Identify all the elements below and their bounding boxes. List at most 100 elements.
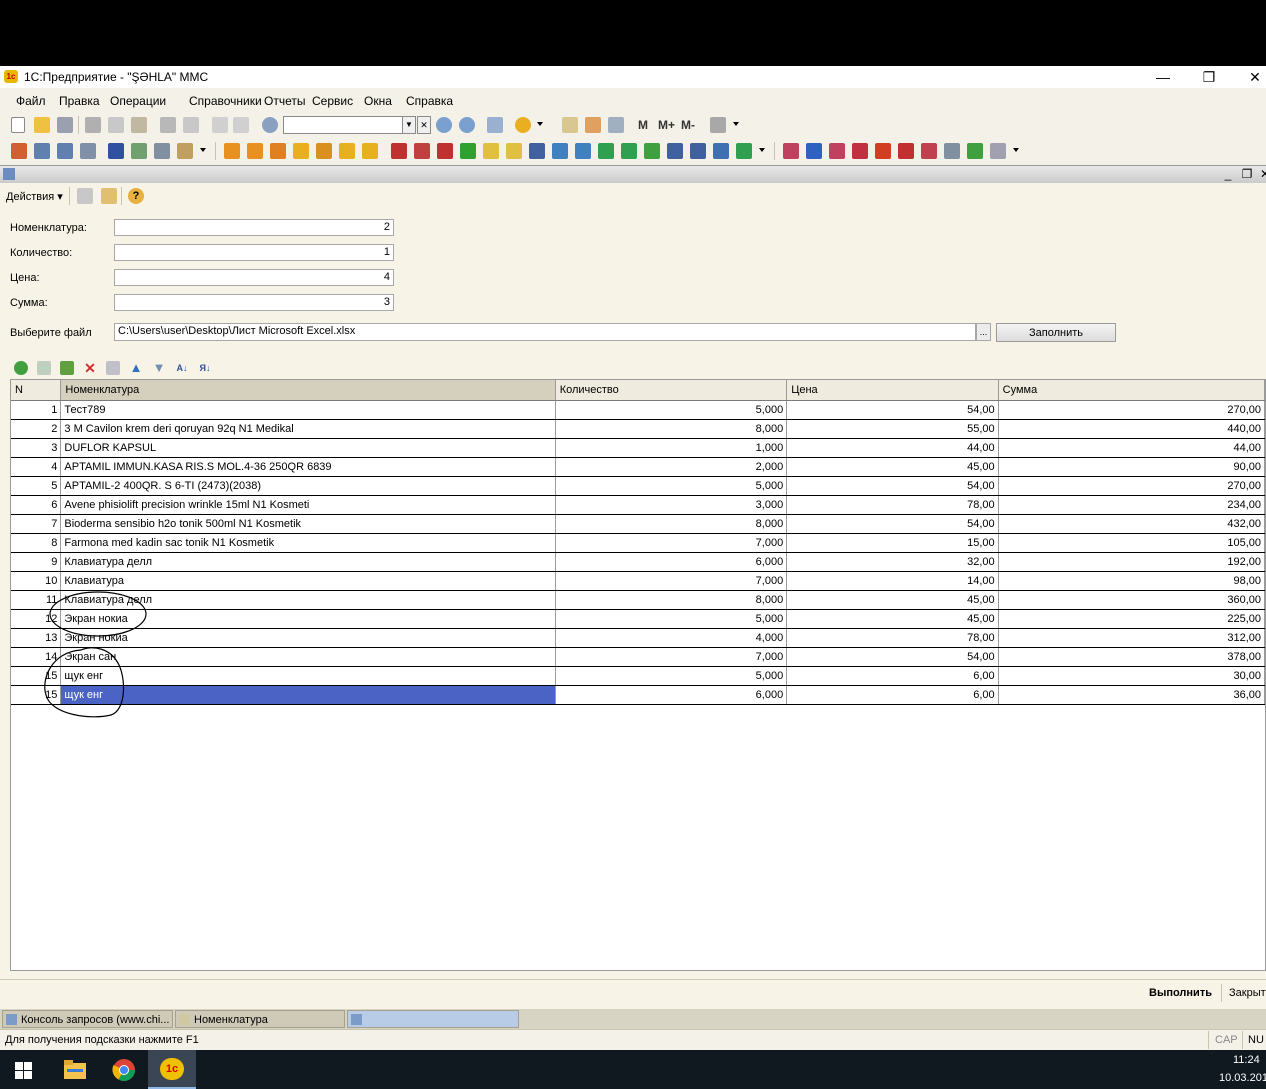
memory-button[interactable]: M [638, 118, 648, 132]
fill-button[interactable]: Заполнить [996, 323, 1116, 342]
calendar-icon[interactable] [585, 117, 601, 133]
move-down-icon[interactable]: ▼ [152, 361, 166, 375]
sort-descending-icon[interactable]: Я↓ [198, 361, 212, 375]
window-tab-nomenclature[interactable]: Номенклатура [175, 1010, 345, 1028]
profit-report-icon[interactable] [852, 143, 868, 159]
move-up-icon[interactable]: ▲ [129, 361, 143, 375]
execute-button[interactable]: Выполнить [1149, 987, 1212, 999]
balance-report-icon[interactable] [921, 143, 937, 159]
menu-help[interactable]: Справка [406, 94, 453, 108]
inventory-icon[interactable] [339, 143, 355, 159]
turnover-report-icon[interactable] [898, 143, 914, 159]
windows-start-icon[interactable] [15, 1062, 32, 1079]
menu-edit[interactable]: Правка [59, 94, 100, 108]
memory-minus-button[interactable]: M- [681, 118, 695, 132]
search-dropdown-button[interactable]: ▼ [402, 116, 416, 134]
sort-ascending-icon[interactable]: A↓ [175, 361, 189, 375]
calculator-icon[interactable] [562, 117, 578, 133]
more-dropdown-icon[interactable] [759, 148, 765, 152]
document-restore-button[interactable]: ❐ [1238, 167, 1256, 181]
file-explorer-icon[interactable] [64, 1060, 86, 1079]
browse-file-button[interactable]: ... [976, 323, 991, 341]
sum-column-field[interactable]: 3 [114, 294, 394, 311]
purchase-report-icon[interactable] [806, 143, 822, 159]
report-view-icon[interactable] [713, 143, 729, 159]
check-report-icon[interactable] [967, 143, 983, 159]
analysis-report-icon[interactable] [944, 143, 960, 159]
windows-icon[interactable] [487, 117, 503, 133]
cut-icon[interactable] [85, 117, 101, 133]
paste-icon[interactable] [131, 117, 147, 133]
goods-issue-icon[interactable] [247, 143, 263, 159]
writeoff-icon[interactable] [362, 143, 378, 159]
new-document-icon[interactable] [11, 117, 25, 133]
search-icon[interactable] [262, 117, 278, 133]
menu-catalogs[interactable]: Справочники [189, 94, 262, 108]
redo-icon[interactable] [233, 117, 249, 133]
memory-plus-button[interactable]: M+ [658, 118, 675, 132]
info-icon[interactable] [515, 117, 531, 133]
post-document-icon[interactable] [621, 143, 637, 159]
export-dropdown-icon[interactable] [200, 148, 206, 152]
info-dropdown-icon[interactable] [537, 122, 543, 126]
quantity-column-field[interactable]: 1 [114, 244, 394, 261]
price-column-field[interactable]: 4 [114, 269, 394, 286]
cash-icon[interactable] [483, 143, 499, 159]
print-preview-icon[interactable] [183, 117, 199, 133]
document-close-button[interactable]: ✕ [1256, 167, 1266, 181]
excel-icon[interactable] [736, 143, 752, 159]
goods-transfer-icon[interactable] [293, 143, 309, 159]
transfer-icon[interactable] [575, 143, 591, 159]
print-icon[interactable] [160, 117, 176, 133]
journal-print-icon[interactable] [80, 143, 96, 159]
invoice-out-icon[interactable] [437, 143, 453, 159]
close-form-button[interactable]: Закрыть [1229, 987, 1266, 999]
save-settings-icon[interactable] [101, 188, 117, 204]
journal-list-icon[interactable] [57, 143, 73, 159]
chart-report-icon[interactable] [990, 143, 1006, 159]
search-clear-button[interactable]: ✕ [417, 116, 431, 134]
warehouse-icon[interactable] [316, 143, 332, 159]
debt-report-icon[interactable] [875, 143, 891, 159]
stock-report-icon[interactable] [829, 143, 845, 159]
taskbar-1c-button[interactable]: 1c [148, 1050, 196, 1089]
menu-service[interactable]: Сервис [312, 94, 353, 108]
goods-return-icon[interactable] [270, 143, 286, 159]
export-icon[interactable] [177, 143, 193, 159]
menu-windows[interactable]: Окна [364, 94, 392, 108]
sales-report-icon[interactable] [783, 143, 799, 159]
find-previous-icon[interactable] [459, 117, 475, 133]
users-icon[interactable] [608, 117, 624, 133]
end-edit-icon[interactable] [106, 361, 120, 375]
window-tab-query-console[interactable]: Консоль запросов (www.chi... [2, 1010, 173, 1028]
payment-icon[interactable] [460, 143, 476, 159]
report-edit-icon[interactable] [690, 143, 706, 159]
file-path-field[interactable]: C:\Users\user\Desktop\Лист Microsoft Exc… [114, 323, 976, 341]
approve-document-icon[interactable] [644, 143, 660, 159]
report-icon[interactable] [667, 143, 683, 159]
actions-menu-button[interactable]: Действия ▾ [6, 190, 63, 203]
goods-receipt-icon[interactable] [224, 143, 240, 159]
bank-icon[interactable] [529, 143, 545, 159]
save-icon[interactable] [57, 117, 73, 133]
add-row-icon[interactable] [14, 361, 28, 375]
catalog-icon[interactable] [11, 143, 27, 159]
nomenclature-column-field[interactable]: 2 [114, 219, 394, 236]
close-window-button[interactable]: ✕ [1240, 67, 1266, 87]
load-settings-icon[interactable] [77, 188, 93, 204]
menu-file[interactable]: Файл [16, 94, 46, 108]
table-icon[interactable] [131, 143, 147, 159]
bank-statement-icon[interactable] [552, 143, 568, 159]
search-input[interactable] [283, 116, 403, 134]
undo-icon[interactable] [212, 117, 228, 133]
invoice-icon[interactable] [391, 143, 407, 159]
staff-icon[interactable] [108, 143, 124, 159]
find-next-icon[interactable] [436, 117, 452, 133]
minimize-button[interactable]: — [1148, 67, 1178, 87]
edit-table-icon[interactable] [154, 143, 170, 159]
add-document-icon[interactable] [598, 143, 614, 159]
delete-row-icon[interactable]: ✕ [83, 361, 97, 375]
copy-row-icon[interactable] [37, 361, 51, 375]
copy-icon[interactable] [108, 117, 124, 133]
tools-icon[interactable] [710, 117, 726, 133]
